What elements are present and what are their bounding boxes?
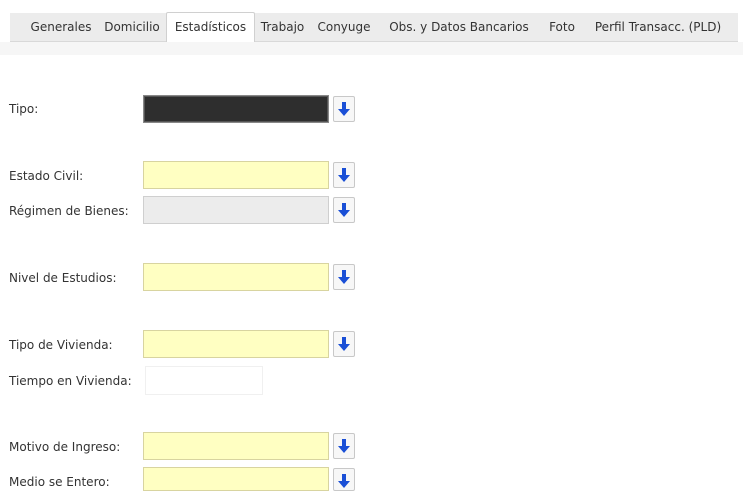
arrow-down-icon bbox=[338, 168, 350, 182]
medio-entero-label: Medio se Entero: bbox=[9, 475, 110, 489]
tipo-vivienda-label: Tipo de Vivienda: bbox=[9, 338, 113, 352]
tiempo-vivienda-label: Tiempo en Vivienda: bbox=[9, 374, 132, 388]
tab-bar: Generales Domicilio Estadísticos Trabajo… bbox=[10, 12, 738, 43]
estado-civil-label: Estado Civil: bbox=[9, 169, 84, 183]
motivo-ingreso-dropdown-button[interactable] bbox=[333, 433, 355, 459]
tipo-field[interactable] bbox=[143, 95, 329, 123]
tipo-vivienda-field[interactable] bbox=[143, 330, 329, 358]
estado-civil-field[interactable] bbox=[143, 161, 329, 189]
tab-foto[interactable]: Foto bbox=[542, 13, 582, 41]
arrow-down-icon bbox=[338, 474, 350, 488]
tab-conyuge[interactable]: Conyuge bbox=[313, 13, 375, 41]
arrow-down-icon bbox=[338, 439, 350, 453]
motivo-ingreso-field[interactable] bbox=[143, 432, 329, 460]
tab-obs-datos-bancarios[interactable]: Obs. y Datos Bancarios bbox=[377, 13, 541, 41]
tipo-vivienda-dropdown-button[interactable] bbox=[333, 331, 355, 357]
medio-entero-dropdown-button[interactable] bbox=[333, 468, 355, 491]
estado-civil-dropdown-button[interactable] bbox=[333, 162, 355, 188]
tab-domicilio[interactable]: Domicilio bbox=[99, 13, 165, 41]
medio-entero-field[interactable] bbox=[143, 467, 329, 491]
arrow-down-icon bbox=[338, 337, 350, 351]
nivel-estudios-field[interactable] bbox=[143, 263, 329, 291]
tab-generales[interactable]: Generales bbox=[24, 13, 98, 41]
motivo-ingreso-label: Motivo de Ingreso: bbox=[9, 440, 121, 454]
nivel-estudios-dropdown-button[interactable] bbox=[333, 264, 355, 290]
tipo-dropdown-button[interactable] bbox=[333, 96, 355, 122]
regimen-bienes-label: Régimen de Bienes: bbox=[9, 204, 129, 218]
arrow-down-icon bbox=[338, 270, 350, 284]
tipo-label: Tipo: bbox=[9, 102, 39, 116]
tab-estadisticos[interactable]: Estadísticos bbox=[166, 12, 255, 43]
regimen-bienes-field[interactable] bbox=[143, 196, 329, 224]
arrow-down-icon bbox=[338, 203, 350, 217]
tiempo-vivienda-input[interactable] bbox=[145, 366, 263, 395]
tab-trabajo[interactable]: Trabajo bbox=[254, 13, 311, 41]
tab-content-header bbox=[0, 42, 743, 55]
arrow-down-icon bbox=[338, 102, 350, 116]
regimen-bienes-dropdown-button[interactable] bbox=[333, 197, 355, 223]
nivel-estudios-label: Nivel de Estudios: bbox=[9, 271, 117, 285]
tab-perfil-transacc[interactable]: Perfil Transacc. (PLD) bbox=[583, 13, 733, 41]
